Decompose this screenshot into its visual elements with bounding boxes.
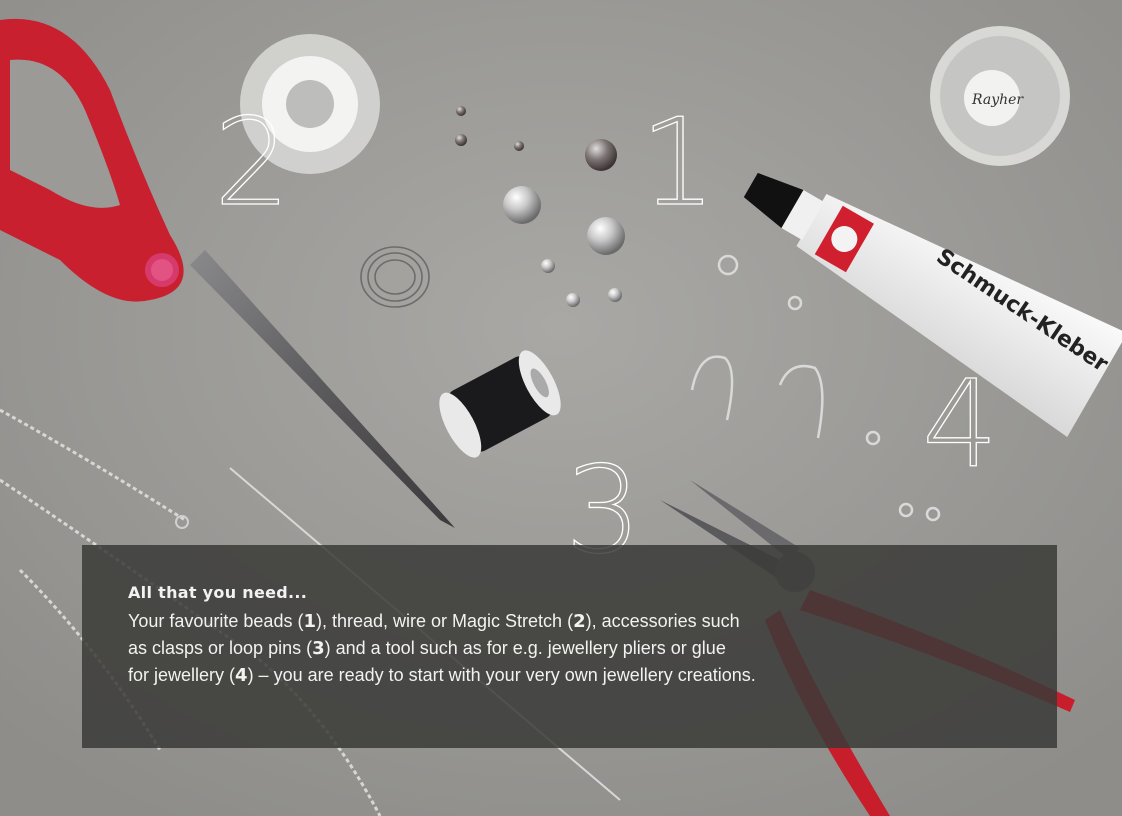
caption-ref-1: 1 <box>303 611 316 632</box>
caption-text-part: Your favourite beads ( <box>128 611 304 631</box>
label-number-1: 1 <box>639 94 717 233</box>
caption-text-part: for jewellery ( <box>128 665 236 685</box>
caption-ref-2: 2 <box>573 611 586 632</box>
caption-ref-4: 4 <box>235 665 248 686</box>
caption-text: Your favourite beads (1), thread, wire o… <box>128 608 1028 689</box>
caption-line-3: for jewellery (4) – you are ready to sta… <box>128 662 1028 689</box>
caption-line-2: as clasps or loop pins (3) and a tool su… <box>128 635 1028 662</box>
caption-line-1: Your favourite beads (1), thread, wire o… <box>128 611 740 632</box>
label-number-2: 2 <box>213 94 291 233</box>
caption-text-part: as clasps or loop pins ( <box>128 638 313 658</box>
bead-box-label: Rayher <box>971 92 1024 108</box>
caption-text-part: ) – you are ready to start with your ver… <box>247 665 756 685</box>
label-number-4: 4 <box>921 356 999 495</box>
caption-text-part: ), thread, wire or Magic Stretch ( <box>315 611 574 631</box>
caption-box: All that you need... Your favourite bead… <box>82 545 1057 748</box>
caption-heading: All that you need... <box>128 583 308 602</box>
caption-text-part: ) and a tool such as for e.g. jewellery … <box>324 638 726 658</box>
caption-ref-3: 3 <box>312 638 325 659</box>
caption-text-part: ), accessories such <box>585 611 740 631</box>
